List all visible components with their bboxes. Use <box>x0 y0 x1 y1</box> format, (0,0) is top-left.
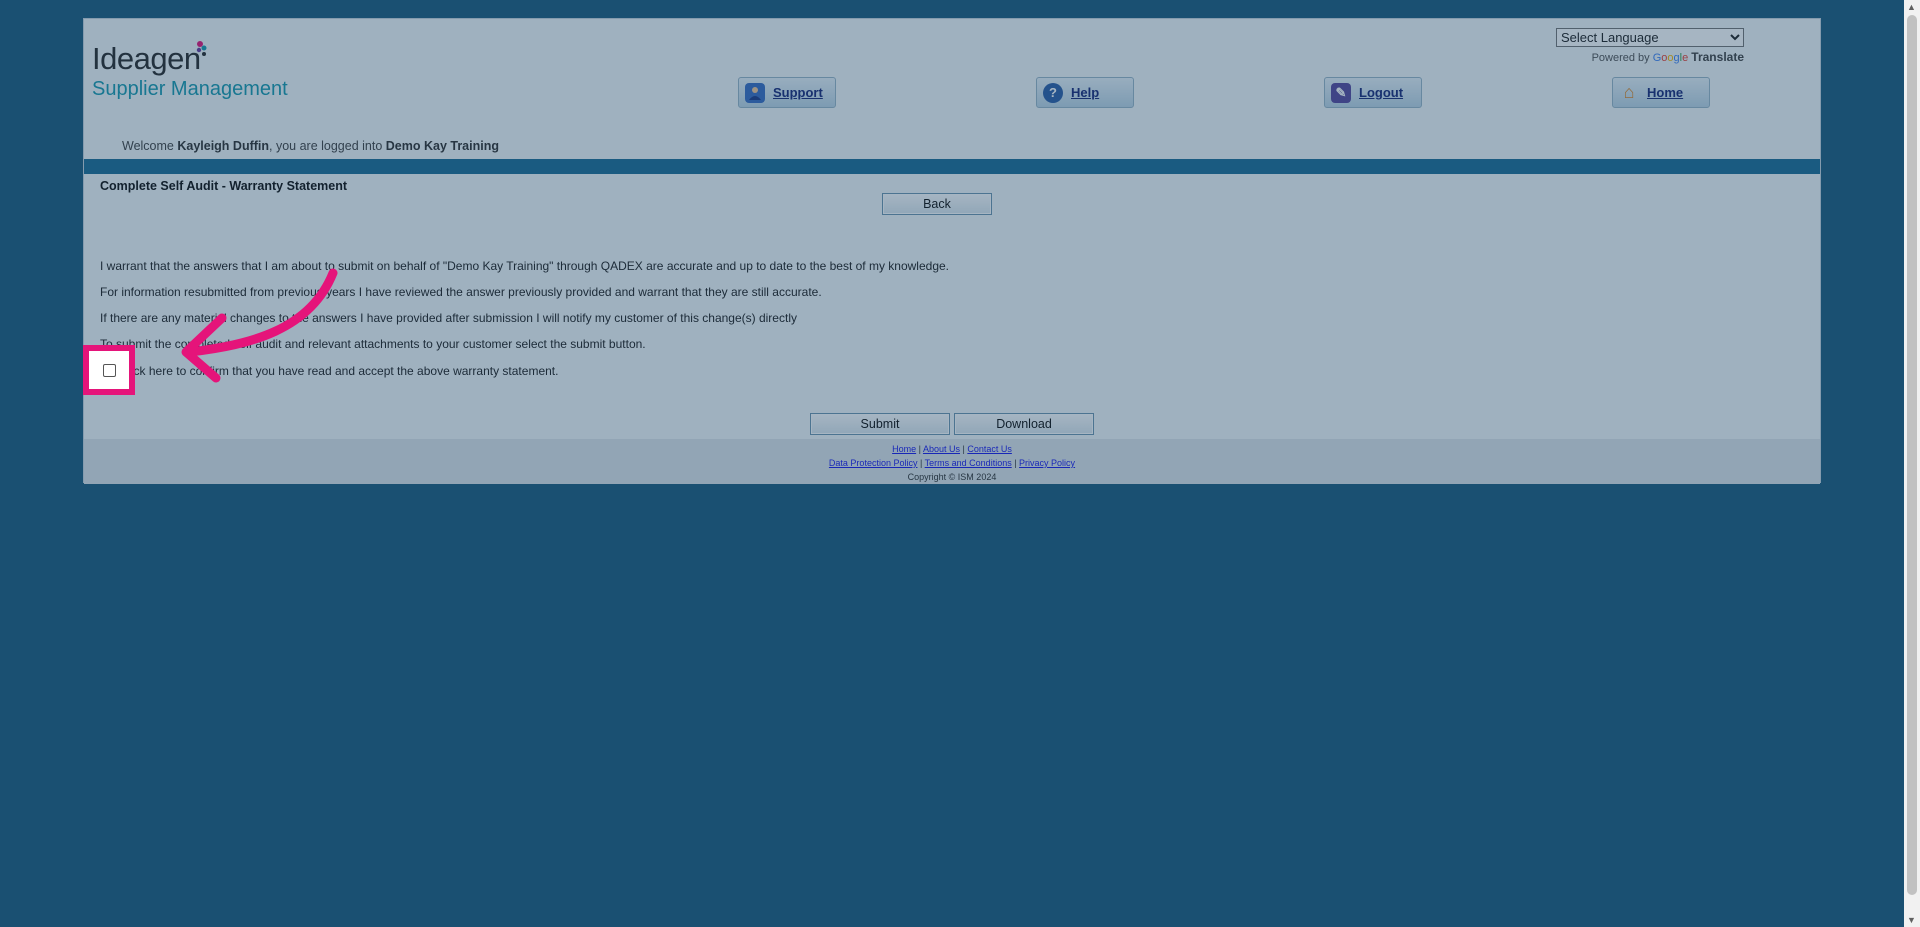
vertical-scrollbar[interactable]: ▲ ▼ <box>1904 0 1920 927</box>
pointer-arrow-icon <box>181 268 338 383</box>
scroll-down-icon[interactable]: ▼ <box>1907 915 1916 925</box>
scroll-up-icon[interactable]: ▲ <box>1907 2 1916 12</box>
scrollbar-thumb[interactable] <box>1907 15 1917 895</box>
